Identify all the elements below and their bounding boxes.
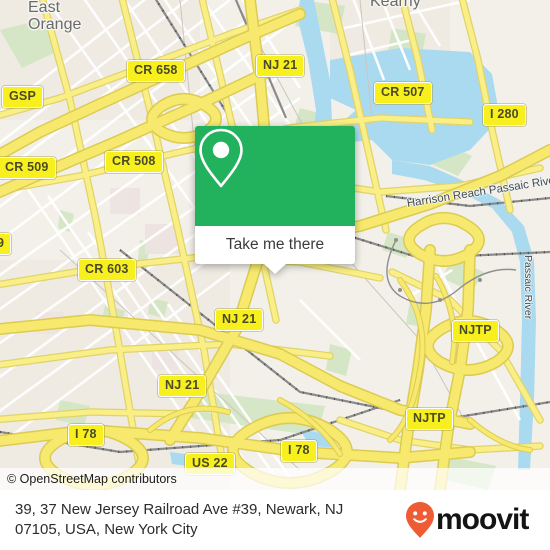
road-shield: NJ 21 bbox=[158, 375, 207, 397]
road-shield: I 78 bbox=[68, 424, 104, 446]
map-place-label: Kearny bbox=[370, 0, 421, 10]
road-shield: NJTP bbox=[452, 320, 499, 342]
take-me-there-label: Take me there bbox=[225, 236, 325, 253]
popup-header bbox=[195, 126, 355, 226]
road-shield: CR 658 bbox=[127, 60, 185, 82]
address-line-1: 39, 37 New Jersey Railroad Ave #39, Newa… bbox=[15, 501, 344, 519]
map-place-label: East Orange bbox=[28, 0, 82, 33]
address-line-2: 07105, USA, New York City bbox=[15, 521, 198, 538]
address-footer: 39, 37 New Jersey Railroad Ave #39, Newa… bbox=[0, 490, 550, 550]
location-popup-card[interactable]: Take me there bbox=[195, 126, 355, 274]
road-shield: CR 509 bbox=[0, 157, 56, 179]
moovit-logo[interactable]: moovit bbox=[405, 501, 540, 539]
road-shield: CR 603 bbox=[78, 259, 136, 281]
popup-action[interactable]: Take me there bbox=[195, 226, 355, 274]
road-shield: CR 508 bbox=[105, 151, 163, 173]
popup-tail bbox=[264, 264, 286, 274]
road-shield: 9 bbox=[0, 233, 12, 255]
attribution-text: © OpenStreetMap contributors bbox=[7, 472, 177, 486]
map-pin-icon bbox=[199, 128, 243, 188]
road-shield: CR 507 bbox=[374, 82, 432, 104]
road-shield: I 280 bbox=[483, 104, 526, 126]
address-text: 39, 37 New Jersey Railroad Ave #39, Newa… bbox=[0, 500, 405, 540]
road-shield: NJTP bbox=[406, 408, 453, 430]
road-shield: I 78 bbox=[281, 440, 317, 462]
road-shield: GSP bbox=[2, 86, 43, 108]
road-shield: NJ 21 bbox=[215, 309, 264, 331]
map-canvas[interactable]: East Orange Kearny Harrison Reach Passai… bbox=[0, 0, 550, 490]
map-attribution: © OpenStreetMap contributors bbox=[0, 468, 550, 490]
moovit-smiley-pin-icon bbox=[406, 502, 434, 538]
map-water-label: Passaic River bbox=[522, 255, 534, 320]
moovit-wordmark: moovit bbox=[436, 503, 529, 536]
moovit-map-share-card: East Orange Kearny Harrison Reach Passai… bbox=[0, 0, 550, 550]
road-shield: NJ 21 bbox=[256, 55, 305, 77]
